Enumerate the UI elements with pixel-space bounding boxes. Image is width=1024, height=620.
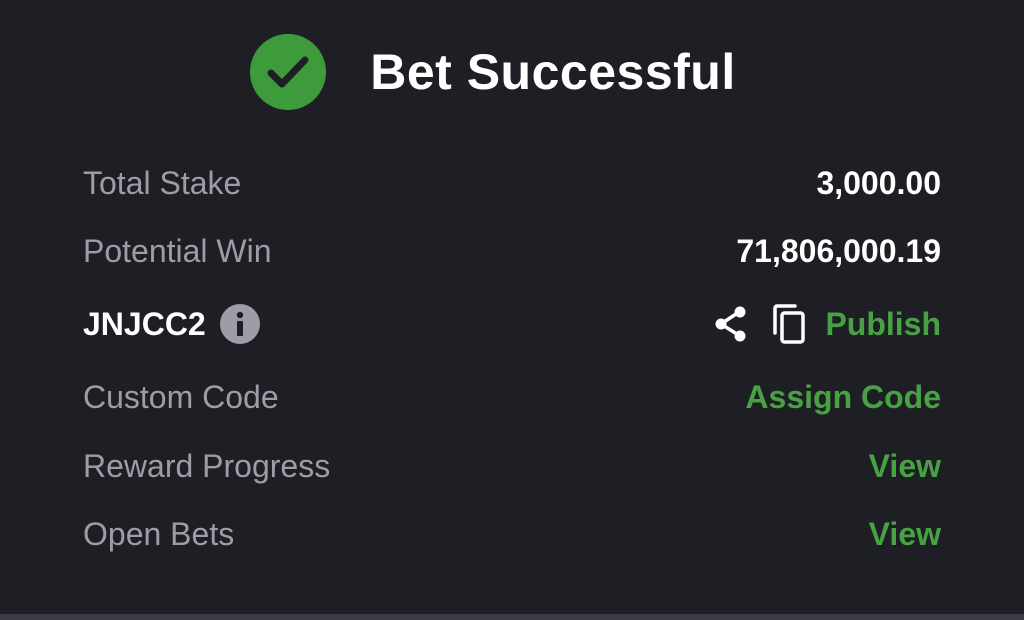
booking-code-group: JNJCC2 (83, 304, 260, 344)
assign-code-button[interactable]: Assign Code (745, 379, 941, 416)
info-icon[interactable] (219, 304, 260, 344)
reward-progress-row: Reward Progress View (83, 431, 941, 501)
custom-code-row: Custom Code Assign Code (83, 362, 941, 432)
booking-actions: Publish (713, 303, 941, 345)
potential-win-label: Potential Win (83, 232, 272, 269)
open-bets-row: Open Bets View (83, 499, 941, 569)
booking-code: JNJCC2 (83, 305, 206, 342)
publish-button[interactable]: Publish (825, 306, 941, 343)
bet-success-header: Bet Successful (0, 34, 1024, 110)
reward-progress-view-button[interactable]: View (869, 448, 941, 485)
potential-win-row: Potential Win 71,806,000.19 (83, 216, 941, 286)
total-stake-label: Total Stake (83, 164, 242, 201)
potential-win-value: 71,806,000.19 (736, 232, 941, 269)
open-bets-label: Open Bets (83, 515, 235, 552)
page-title: Bet Successful (370, 44, 736, 100)
share-icon[interactable] (713, 304, 749, 344)
booking-code-row: JNJCC2 Publish (83, 289, 941, 359)
copy-icon[interactable] (771, 303, 807, 345)
reward-progress-label: Reward Progress (83, 447, 331, 484)
total-stake-value: 3,000.00 (816, 164, 941, 201)
bottom-divider (0, 614, 1024, 620)
custom-code-label: Custom Code (83, 378, 279, 415)
total-stake-row: Total Stake 3,000.00 (83, 148, 941, 218)
check-circle-icon (250, 34, 327, 110)
open-bets-view-button[interactable]: View (869, 516, 941, 553)
